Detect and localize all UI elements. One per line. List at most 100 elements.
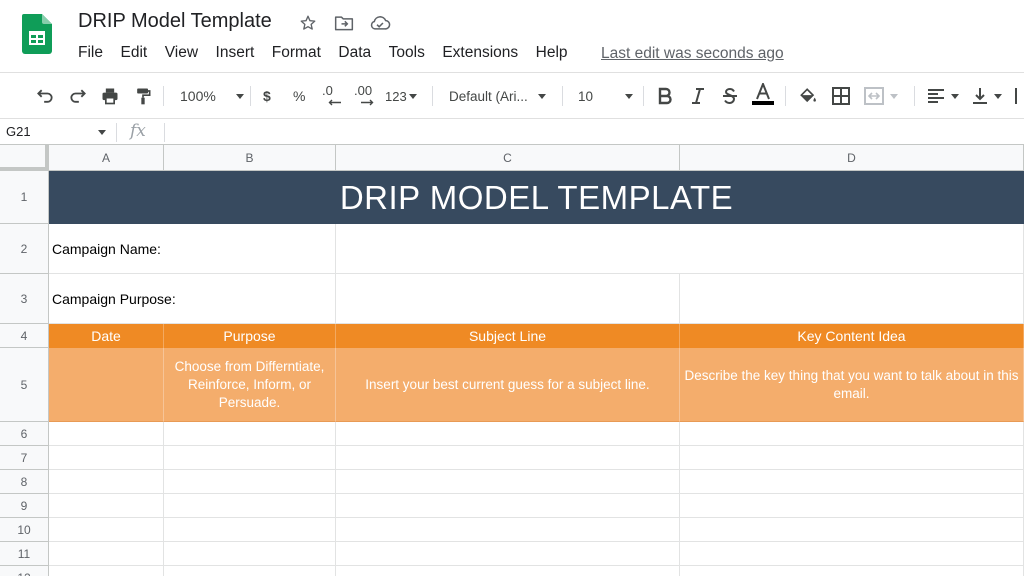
print-icon[interactable] [100, 83, 120, 109]
menu-edit[interactable]: Edit [120, 44, 147, 62]
grid-cell[interactable] [680, 494, 1024, 518]
row-header-3[interactable]: 3 [0, 274, 49, 324]
chevron-down-icon[interactable] [98, 130, 106, 135]
grid-cell[interactable] [164, 470, 336, 494]
menu-help[interactable]: Help [536, 44, 568, 62]
menu-data[interactable]: Data [338, 44, 371, 62]
row-header-7[interactable]: 7 [0, 446, 49, 470]
spreadsheet-grid: A B C D 1 2 3 4 5 6 7 8 9 10 11 12 DRIP … [0, 145, 1024, 576]
instruction-date-cell[interactable] [49, 348, 164, 422]
campaign-purpose-input-cell[interactable] [336, 274, 680, 324]
grid-cell[interactable] [336, 422, 680, 446]
grid-cell[interactable] [164, 518, 336, 542]
decrease-decimal-button[interactable]: .0 [322, 83, 342, 109]
percent-format-button[interactable]: % [293, 83, 305, 109]
grid-cell[interactable] [49, 422, 164, 446]
text-wrap-icon[interactable] [1014, 83, 1024, 109]
borders-icon[interactable] [832, 83, 850, 109]
row-header-2[interactable]: 2 [0, 224, 49, 274]
grid-cell[interactable] [336, 470, 680, 494]
grid-cell[interactable] [164, 542, 336, 566]
vertical-align-button[interactable] [972, 83, 1002, 109]
row-header-12[interactable]: 12 [0, 566, 49, 576]
move-folder-icon[interactable] [333, 12, 355, 34]
row-header-8[interactable]: 8 [0, 470, 49, 494]
grid-cell[interactable] [336, 446, 680, 470]
instruction-key-content-cell[interactable]: Describe the key thing that you want to … [680, 348, 1024, 422]
bold-icon[interactable] [657, 83, 673, 109]
redo-icon[interactable] [68, 83, 88, 109]
grid-cell[interactable] [680, 422, 1024, 446]
select-all-corner[interactable] [0, 145, 49, 171]
more-formats-button[interactable]: 123 [385, 83, 417, 109]
grid-cell[interactable] [49, 494, 164, 518]
header-purpose-cell[interactable]: Purpose [164, 324, 336, 348]
header-key-content-cell[interactable]: Key Content Idea [680, 324, 1024, 348]
row-header-6[interactable]: 6 [0, 422, 49, 446]
column-header-a[interactable]: A [49, 145, 164, 171]
instruction-purpose-cell[interactable]: Choose from Differntiate, Reinforce, Inf… [164, 348, 336, 422]
column-header-b[interactable]: B [164, 145, 336, 171]
grid-cell[interactable] [680, 274, 1024, 324]
star-icon[interactable] [297, 12, 319, 34]
banner-title-cell[interactable]: DRIP MODEL TEMPLATE [49, 171, 1024, 224]
font-family-select[interactable]: Default (Ari... [449, 83, 546, 109]
menu-tools[interactable]: Tools [389, 44, 425, 62]
grid-cell[interactable] [49, 542, 164, 566]
document-title[interactable]: DRIP Model Template [78, 10, 272, 33]
horizontal-align-button[interactable] [927, 83, 959, 109]
menu-format[interactable]: Format [272, 44, 321, 62]
toolbar-divider [562, 86, 563, 106]
merge-cells-button[interactable] [864, 83, 898, 109]
instruction-subject-line-cell[interactable]: Insert your best current guess for a sub… [336, 348, 680, 422]
column-header-d[interactable]: D [680, 145, 1024, 171]
grid-cell[interactable] [49, 446, 164, 470]
undo-icon[interactable] [35, 83, 55, 109]
row-header-11[interactable]: 11 [0, 542, 49, 566]
grid-cell[interactable] [680, 542, 1024, 566]
row-header-9[interactable]: 9 [0, 494, 49, 518]
grid-cell[interactable] [680, 566, 1024, 576]
grid-cell[interactable] [336, 542, 680, 566]
grid-cell[interactable] [49, 470, 164, 494]
campaign-purpose-label[interactable]: Campaign Purpose: [49, 274, 336, 324]
text-color-button[interactable] [752, 83, 774, 109]
grid-cell[interactable] [164, 446, 336, 470]
last-edit-link[interactable]: Last edit was seconds ago [601, 45, 784, 63]
row-header-10[interactable]: 10 [0, 518, 49, 542]
grid-cell[interactable] [164, 494, 336, 518]
header-subject-line-cell[interactable]: Subject Line [336, 324, 680, 348]
campaign-name-input-cell[interactable] [336, 224, 1024, 274]
row-header-4[interactable]: 4 [0, 324, 49, 348]
grid-cell[interactable] [336, 518, 680, 542]
grid-cell[interactable] [49, 518, 164, 542]
row-header-1[interactable]: 1 [0, 171, 49, 224]
italic-icon[interactable] [690, 83, 706, 109]
column-header-c[interactable]: C [336, 145, 680, 171]
name-box[interactable]: G21 [6, 124, 31, 139]
menu-view[interactable]: View [165, 44, 198, 62]
row-header-5[interactable]: 5 [0, 348, 49, 422]
grid-cell[interactable] [49, 566, 164, 576]
grid-cell[interactable] [336, 494, 680, 518]
grid-cell[interactable] [680, 518, 1024, 542]
menu-extensions[interactable]: Extensions [442, 44, 518, 62]
currency-format-button[interactable]: $ [263, 83, 271, 109]
menu-insert[interactable]: Insert [216, 44, 255, 62]
campaign-name-label[interactable]: Campaign Name: [49, 224, 336, 274]
header-date-cell[interactable]: Date [49, 324, 164, 348]
zoom-select[interactable]: 100% [180, 83, 244, 109]
font-size-select[interactable]: 10 [578, 83, 634, 109]
grid-cell[interactable] [164, 422, 336, 446]
increase-decimal-button[interactable]: .00 [354, 83, 374, 109]
grid-cell[interactable] [680, 446, 1024, 470]
cloud-saved-icon[interactable] [369, 12, 391, 34]
strikethrough-icon[interactable] [721, 83, 739, 109]
grid-cell[interactable] [164, 566, 336, 576]
menu-file[interactable]: File [78, 44, 103, 62]
fill-color-icon[interactable] [798, 83, 818, 109]
paint-format-icon[interactable] [133, 83, 153, 109]
grid-cell[interactable] [680, 470, 1024, 494]
sheets-logo-icon[interactable] [22, 14, 52, 54]
grid-cell[interactable] [336, 566, 680, 576]
